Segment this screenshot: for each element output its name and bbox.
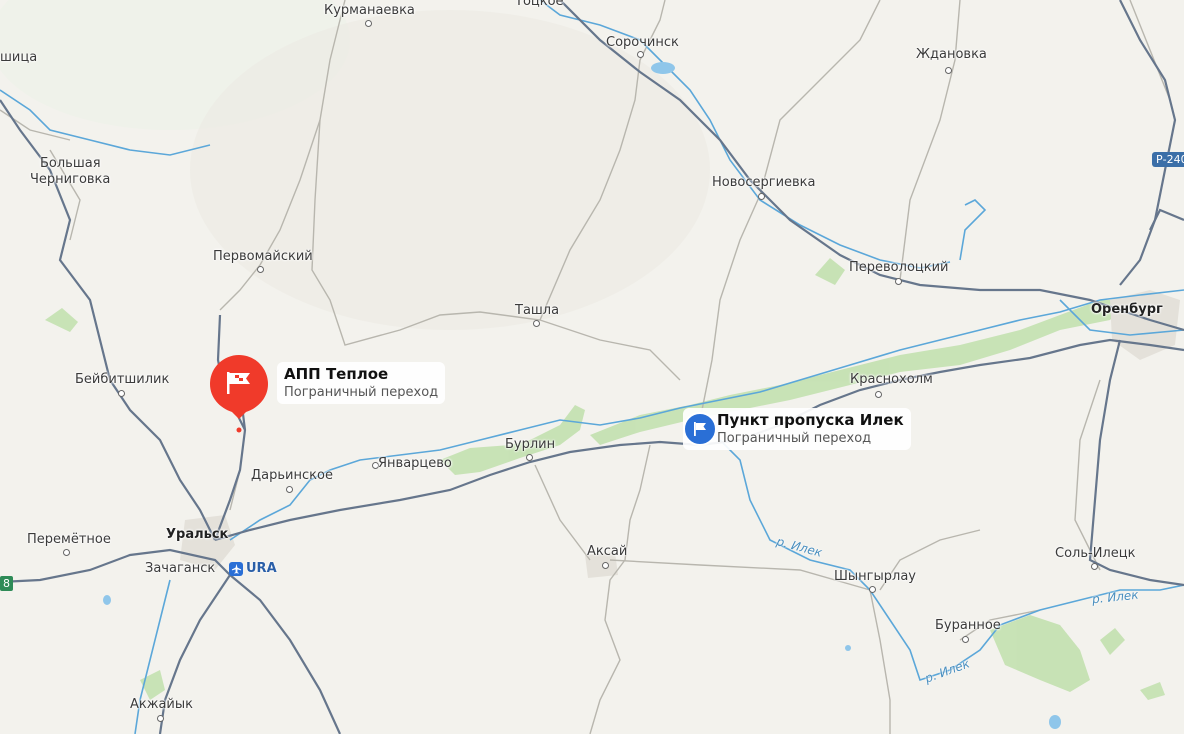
city-dot (602, 562, 609, 569)
poi-card-ilek-checkpoint[interactable]: Пункт пропуска Илек Пограничный переход (683, 408, 911, 450)
map-base-layer (0, 0, 1184, 734)
city-label-bolshaya[interactable]: Большая (40, 156, 101, 171)
poi-subtitle: Пограничный переход (284, 385, 439, 400)
city-dot (63, 549, 70, 556)
city-label-perevolotsky[interactable]: Переволоцкий (849, 260, 949, 275)
city-label-yanvartsevo[interactable]: Январцево (378, 456, 452, 471)
city-label-akzhaik[interactable]: Акжайык (130, 697, 193, 712)
city-label-beybitshilik[interactable]: Бейбитшилик (75, 372, 169, 387)
flag-icon (683, 412, 717, 446)
poi-title: Пункт пропуска Илек (717, 411, 904, 429)
city-dot (637, 51, 644, 58)
city-label-krasnokholm[interactable]: Краснохолм (850, 372, 933, 387)
city-dot (533, 320, 540, 327)
airplane-icon (229, 561, 243, 576)
city-label-sol-iletsk[interactable]: Соль-Илецк (1055, 546, 1135, 561)
city-label-burlin[interactable]: Бурлин (505, 437, 555, 452)
road-number-badge: Р-240 (1152, 152, 1184, 167)
city-label-darinskoe[interactable]: Дарьинское (251, 468, 333, 483)
city-dot (1091, 563, 1098, 570)
city-label-shitsa[interactable]: шица (0, 50, 37, 65)
city-dot (945, 67, 952, 74)
city-label-pervomaisky[interactable]: Первомайский (213, 249, 313, 264)
city-label-totskoe[interactable]: Тоцкое (515, 0, 564, 9)
city-dot (869, 586, 876, 593)
city-label-tashla[interactable]: Ташла (515, 303, 559, 318)
city-label-uralsk[interactable]: Уральск (166, 527, 228, 542)
road-number-badge: 8 (0, 576, 13, 591)
city-dot (157, 715, 164, 722)
poi-card-app-teploe[interactable]: АПП Теплое Пограничный переход (277, 362, 446, 404)
city-dot (895, 278, 902, 285)
city-dot (257, 266, 264, 273)
flag-icon (226, 371, 252, 399)
poi-marker-app-teploe[interactable] (210, 355, 270, 435)
city-dot (365, 20, 372, 27)
city-dot (118, 390, 125, 397)
city-dot (875, 391, 882, 398)
airport-code: URA (246, 561, 277, 576)
city-label-novosergievka[interactable]: Новосергиевка (712, 175, 816, 190)
poi-title: АПП Теплое (284, 365, 389, 383)
city-label-zachagansk[interactable]: Зачаганск (145, 561, 215, 576)
city-dot (758, 193, 765, 200)
city-dot (526, 454, 533, 461)
city-dot (962, 636, 969, 643)
city-label-zhdanovka[interactable]: Ждановка (916, 47, 987, 62)
city-label-orenburg[interactable]: Оренбург (1091, 302, 1163, 317)
city-label-chernigovka[interactable]: Черниговка (30, 172, 110, 187)
city-label-sorochinsk[interactable]: Сорочинск (606, 35, 679, 50)
airport-marker[interactable]: URA (229, 561, 277, 576)
city-label-aksai[interactable]: Аксай (587, 544, 627, 559)
poi-subtitle: Пограничный переход (717, 431, 872, 446)
city-label-burannoe[interactable]: Буранное (935, 618, 1001, 633)
city-label-kurmanaevka[interactable]: Курманаевка (324, 3, 415, 18)
map-canvas[interactable]: Курманаевка Тоцкое Сорочинск Ждановка ши… (0, 0, 1184, 734)
city-label-shyngyrlau[interactable]: Шынгырлау (834, 569, 916, 584)
city-label-peremetnoe[interactable]: Перемётное (27, 532, 111, 547)
city-dot (286, 486, 293, 493)
